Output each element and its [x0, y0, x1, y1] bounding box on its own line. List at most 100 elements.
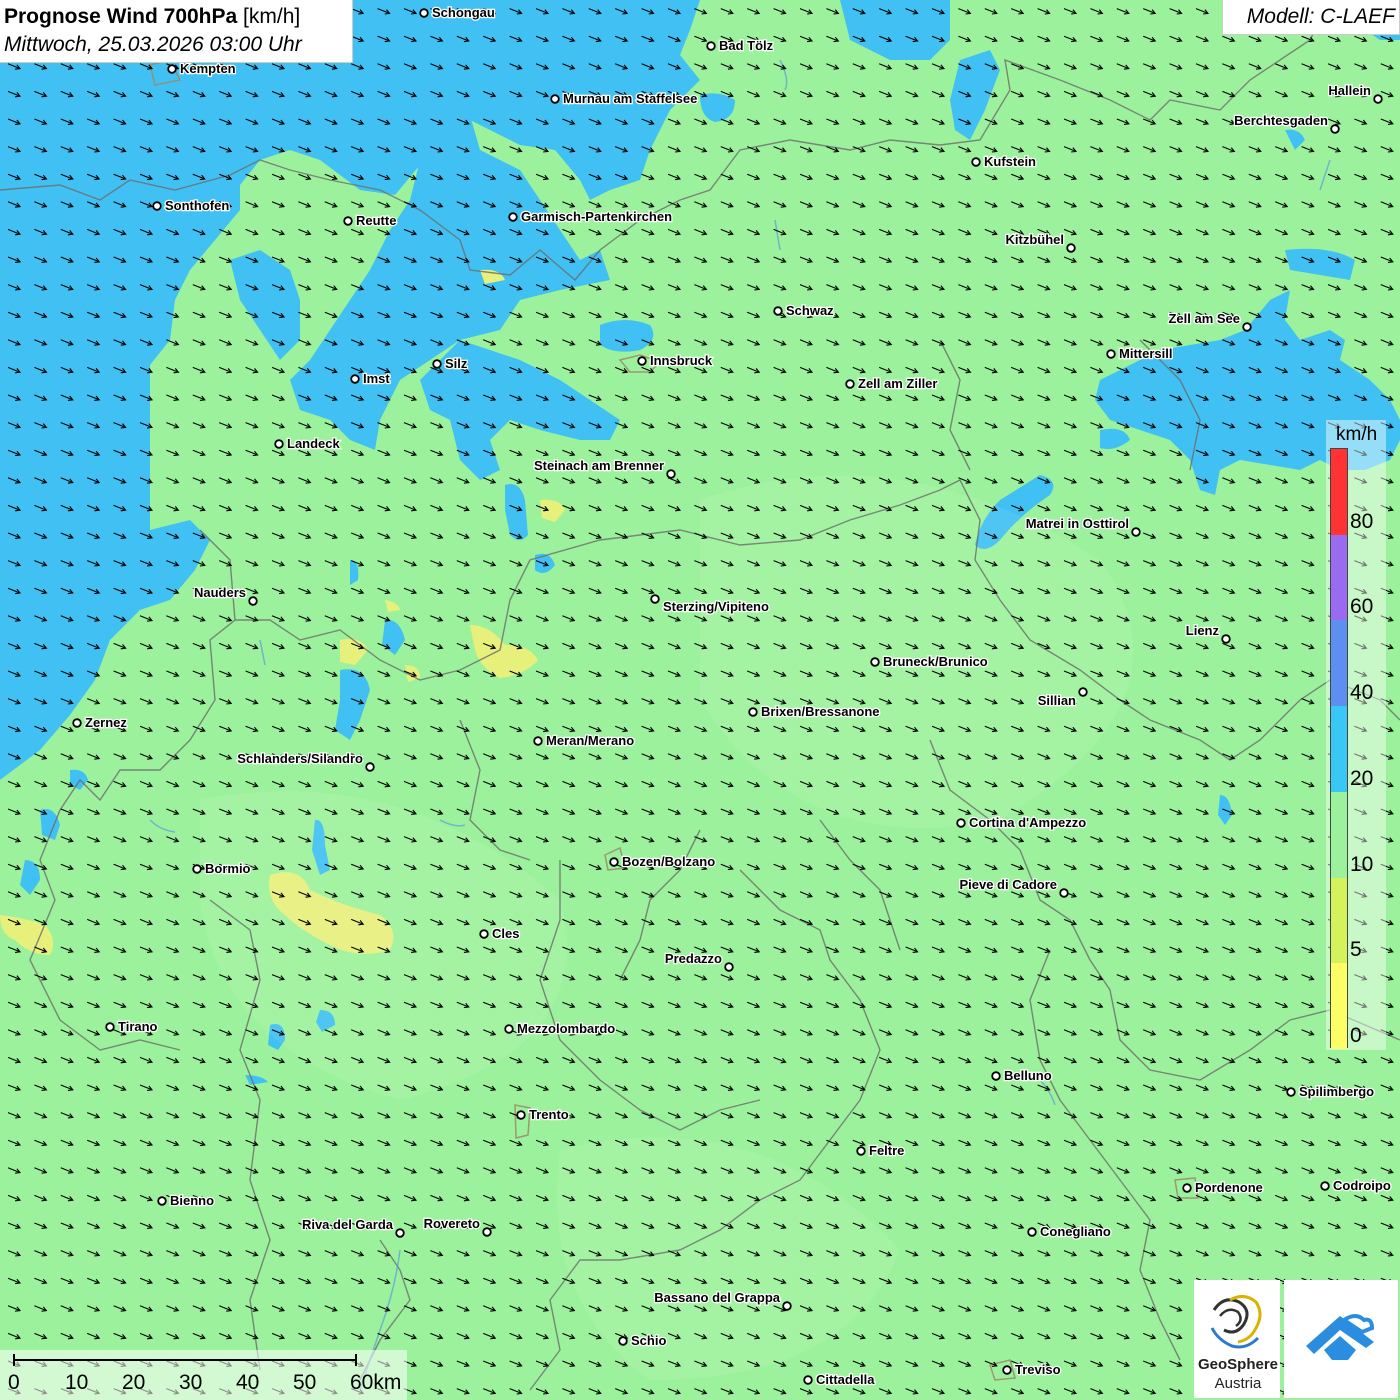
city-marker: [105, 1022, 115, 1032]
legend-label: 20: [1350, 766, 1374, 790]
city-label: Sonthofen: [165, 198, 229, 213]
city-marker: [803, 1375, 813, 1385]
city-label: Codroipo: [1333, 1178, 1391, 1193]
city-label: Cittadella: [816, 1372, 875, 1387]
scale-label: 0: [8, 1371, 20, 1394]
city-marker: [192, 864, 202, 874]
city-label: Landeck: [287, 436, 341, 451]
legend-segment: [1331, 791, 1347, 878]
city-marker: [550, 94, 560, 104]
model-panel: Modell: C-LAEF: [1222, 0, 1400, 35]
city-label: Kempten: [180, 61, 236, 76]
city-marker: [482, 1227, 492, 1237]
city-label: Bozen/Bolzano: [622, 854, 715, 869]
city-marker: [1373, 94, 1383, 104]
cloud-logo[interactable]: [1284, 1280, 1398, 1398]
legend-label: 5: [1350, 938, 1362, 962]
city-marker: [1059, 888, 1069, 898]
city-marker: [724, 962, 734, 972]
legend-segment: [1331, 877, 1347, 964]
city-label: Schio: [631, 1333, 666, 1348]
city-label: Bruneck/Brunico: [883, 654, 988, 669]
scale-label: 40: [236, 1371, 260, 1394]
city-marker: [508, 212, 518, 222]
city-marker: [167, 64, 177, 74]
city-label: Bad Tölz: [719, 38, 774, 53]
city-marker: [350, 374, 360, 384]
city-label: Sterzing/Vipiteno: [663, 599, 769, 614]
city-marker: [748, 707, 758, 717]
city-marker: [870, 657, 880, 667]
city-marker: [1066, 243, 1076, 253]
city-marker: [1286, 1087, 1296, 1097]
city-marker: [1330, 124, 1340, 134]
city-label: Zernez: [85, 715, 127, 730]
city-label: Feltre: [869, 1143, 904, 1158]
city-label: Conegliano: [1040, 1224, 1111, 1239]
city-marker: [1320, 1181, 1330, 1191]
map-title-unit: [km/h]: [243, 5, 301, 28]
city-marker: [72, 718, 82, 728]
city-marker: [609, 857, 619, 867]
legend-segment: [1331, 620, 1347, 707]
city-label: Kufstein: [984, 154, 1036, 169]
city-label: Brixen/Bressanone: [761, 704, 880, 719]
city-marker: [1002, 1365, 1012, 1375]
legend-segment: [1331, 534, 1347, 621]
city-marker: [1078, 687, 1088, 697]
city-marker: [1027, 1227, 1037, 1237]
city-marker: [856, 1146, 866, 1156]
scale-label: 50: [293, 1371, 317, 1394]
city-label: Belluno: [1004, 1068, 1052, 1083]
city-marker: [971, 157, 981, 167]
city-label: Sillian: [1038, 693, 1076, 708]
city-marker: [533, 736, 543, 746]
city-label: Bassano del Grappa: [654, 1290, 780, 1305]
scale-bar-line: [13, 1354, 357, 1366]
city-label: Schlanders/Silandro: [237, 751, 363, 766]
city-marker: [479, 929, 489, 939]
geosphere-logo-subtext: Austria: [1214, 1375, 1262, 1392]
city-label: Reutte: [356, 213, 396, 228]
city-marker: [650, 594, 660, 604]
map-title-main: Prognose Wind 700hPa: [4, 5, 238, 28]
city-marker: [991, 1071, 1001, 1081]
title-panel: Prognose Wind 700hPa [km/h] Mittwoch, 25…: [0, 0, 353, 63]
city-marker: [1182, 1183, 1192, 1193]
city-marker: [516, 1110, 526, 1120]
legend-label: 40: [1350, 681, 1374, 705]
legend-segment: [1331, 706, 1347, 792]
legend-color-bar: [1330, 448, 1348, 1049]
wind-map: Schongau Bad Tölz Kempten Murnau am Staffel…: [0, 0, 1400, 1400]
city-label: Predazzo: [665, 951, 722, 966]
city-label: Zell am Ziller: [858, 376, 937, 391]
city-label: Silz: [445, 356, 468, 371]
city-marker: [706, 41, 716, 51]
city-label: Tirano: [118, 1019, 158, 1034]
map-title: Prognose Wind 700hPa [km/h]: [4, 5, 300, 29]
city-label: Bormio: [205, 861, 251, 876]
city-label: Matrei in Osttirol: [1026, 516, 1129, 531]
city-marker: [782, 1301, 792, 1311]
legend-label: 0: [1350, 1024, 1362, 1047]
scale-bar: [0, 1350, 407, 1400]
cloud-arrow-icon: [1306, 1314, 1375, 1360]
legend-unit: km/h: [1336, 424, 1378, 445]
city-label: Hallein: [1328, 83, 1371, 98]
scale-label: 60km: [350, 1371, 402, 1394]
city-label: Nauders: [194, 585, 246, 600]
city-label: Spilimbergo: [1299, 1084, 1374, 1099]
city-label: Cles: [492, 926, 519, 941]
city-label: Innsbruck: [650, 353, 713, 368]
forecast-time: Mittwoch, 25.03.2026 03:00 Uhr: [4, 33, 302, 56]
city-label: Zell am See: [1168, 311, 1240, 326]
city-marker: [343, 216, 353, 226]
city-label: Rovereto: [424, 1216, 480, 1231]
city-label: Meran/Merano: [546, 733, 634, 748]
city-label: Schwaz: [786, 303, 834, 318]
city-label: Kitzbühel: [1006, 232, 1065, 247]
city-label: Murnau am Staffelsee: [563, 91, 697, 106]
city-marker: [152, 201, 162, 211]
city-label: Pieve di Cadore: [959, 877, 1057, 892]
scale-label: 20: [122, 1371, 146, 1394]
